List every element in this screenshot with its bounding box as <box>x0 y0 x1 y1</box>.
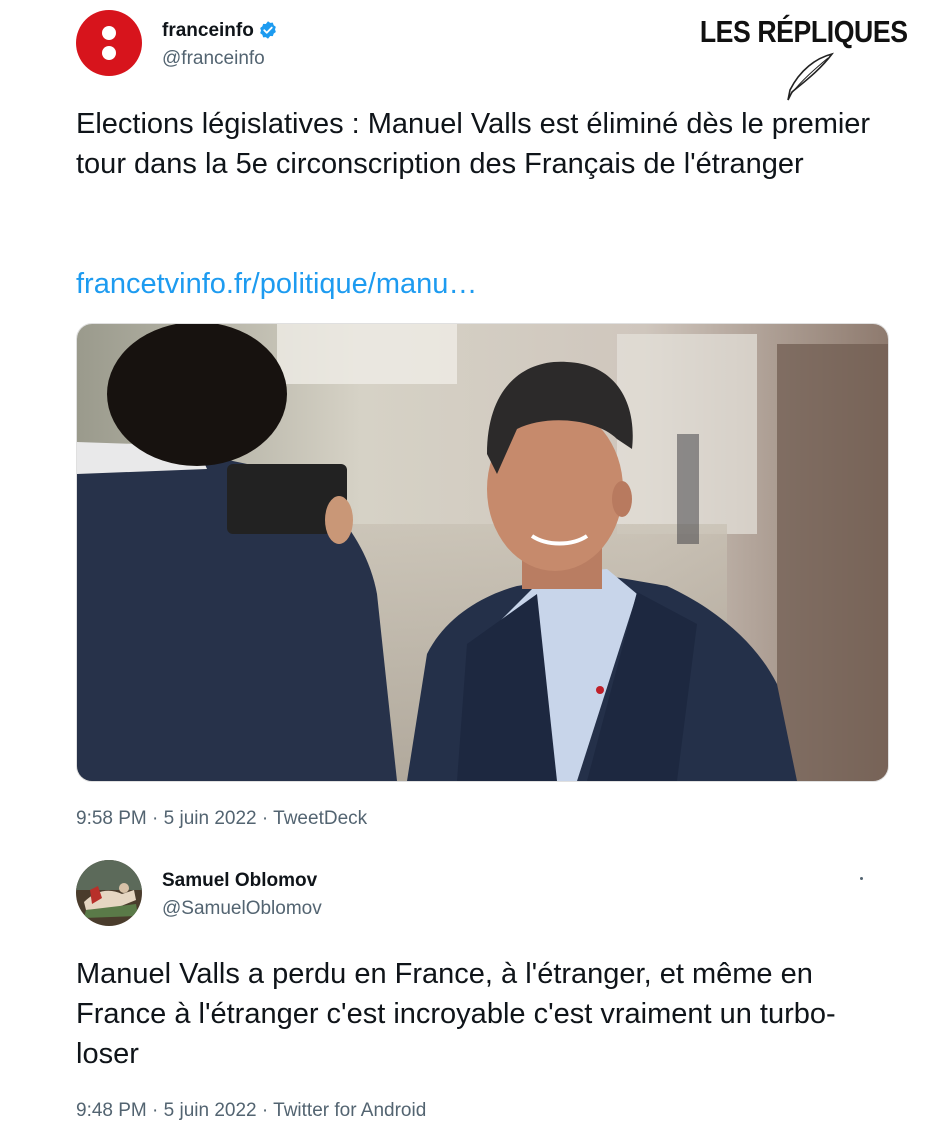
tweet1-meta[interactable]: 9:58 PM · 5 juin 2022 · TweetDeck <box>76 808 367 830</box>
tweet1-link[interactable]: francetvinfo.fr/politique/manu… <box>76 264 477 304</box>
logo-dot <box>102 46 116 60</box>
photo-illustration <box>77 324 888 781</box>
avatar-painting-image <box>76 860 142 926</box>
tweet1-photo[interactable] <box>76 323 889 782</box>
samueloblomov-avatar[interactable] <box>76 860 142 926</box>
tweet1-text: Elections législatives : Manuel Valls es… <box>76 108 871 180</box>
tweet1-author[interactable]: franceinfo <box>162 20 278 42</box>
author-name[interactable]: Samuel Oblomov <box>162 870 317 892</box>
verified-badge-icon <box>260 21 276 39</box>
franceinfo-avatar[interactable] <box>76 10 142 76</box>
author-name[interactable]: franceinfo <box>162 20 254 41</box>
logo-dot <box>102 26 116 40</box>
author-handle[interactable]: @franceinfo <box>162 48 265 70</box>
quill-icon <box>787 52 834 101</box>
more-options-icon[interactable] <box>860 877 863 880</box>
tweet2-meta[interactable]: 9:48 PM · 5 juin 2022 · Twitter for Andr… <box>76 1100 426 1122</box>
brand-watermark: LES RÉPLIQUES <box>700 14 908 49</box>
tweet2-text: Manuel Valls a perdu en France, à l'étra… <box>76 958 836 1070</box>
author-handle[interactable]: @SamuelOblomov <box>162 898 322 920</box>
